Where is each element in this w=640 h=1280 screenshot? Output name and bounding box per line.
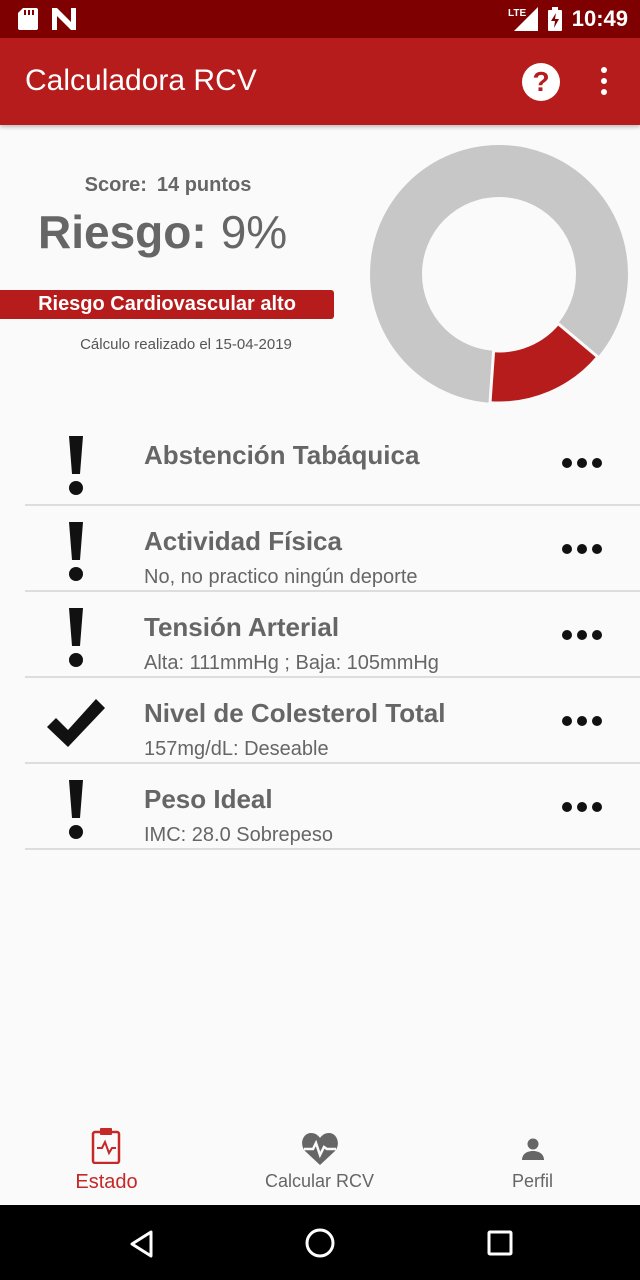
- score-label: Score:: [84, 174, 147, 196]
- checkmark-icon: [40, 688, 112, 758]
- tab-label: Estado: [75, 1171, 138, 1193]
- recents-icon[interactable]: [487, 1230, 513, 1256]
- factor-title: Abstención Tabáquica: [144, 440, 420, 470]
- more-horiz-icon[interactable]: [562, 458, 602, 468]
- calc-date: Cálculo realizado el 15-04-2019: [80, 336, 292, 353]
- list-item-tabaco[interactable]: Abstención Tabáquica: [0, 420, 640, 506]
- factor-subtitle: 157mg/dL: Deseable: [144, 738, 329, 760]
- exclamation-icon: [40, 774, 112, 844]
- factor-subtitle: Alta: 111mmHg ; Baja: 105mmHg: [144, 652, 439, 674]
- bottom-navigation: Estado Calcular RCV Perfil: [0, 1120, 640, 1205]
- notification-n-icon: [52, 8, 76, 30]
- back-icon[interactable]: [128, 1229, 154, 1259]
- battery-charging-icon: [547, 7, 562, 31]
- clipboard-icon: [91, 1128, 121, 1164]
- more-vert-icon[interactable]: [596, 67, 612, 97]
- heart-pulse-icon: [302, 1133, 338, 1165]
- risk-label: Riesgo:: [38, 206, 207, 258]
- person-icon: [522, 1138, 544, 1160]
- system-nav-bar: [0, 1205, 640, 1280]
- tab-label: Perfil: [511, 1171, 553, 1191]
- more-horiz-icon[interactable]: [562, 630, 602, 640]
- app-bar: Calculadora RCV ?: [0, 38, 640, 125]
- status-bar: LTE 10:49: [0, 0, 640, 38]
- more-horiz-icon[interactable]: [562, 544, 602, 554]
- list-item-peso[interactable]: Peso Ideal IMC: 28.0 Sobrepeso: [0, 764, 640, 850]
- exclamation-icon: [40, 602, 112, 672]
- factor-title: Actividad Física: [144, 526, 342, 556]
- factor-subtitle: No, no practico ningún deporte: [144, 566, 418, 588]
- list-item-colesterol[interactable]: Nivel de Colesterol Total 157mg/dL: Dese…: [0, 678, 640, 764]
- factor-title: Nivel de Colesterol Total: [144, 698, 446, 728]
- sd-card-icon: [18, 8, 38, 30]
- more-horiz-icon[interactable]: [562, 716, 602, 726]
- risk-value: 9%: [220, 206, 288, 258]
- tab-perfil[interactable]: Perfil: [426, 1120, 639, 1205]
- score-line: Score: 14 puntos: [0, 174, 336, 197]
- divider: [25, 848, 640, 850]
- factor-title: Peso Ideal: [144, 784, 273, 814]
- more-horiz-icon[interactable]: [562, 802, 602, 812]
- factor-title: Tensión Arterial: [144, 612, 340, 642]
- help-icon[interactable]: ?: [522, 63, 560, 101]
- tab-label: Calcular RCV: [264, 1171, 375, 1191]
- factor-list: Abstención Tabáquica Actividad Física No…: [0, 420, 640, 850]
- clock: 10:49: [571, 6, 628, 31]
- score-value: 14 puntos: [156, 174, 252, 196]
- list-item-tension[interactable]: Tensión Arterial Alta: 111mmHg ; Baja: 1…: [0, 592, 640, 678]
- app-title: Calculadora RCV: [25, 64, 257, 97]
- risk-donut-chart: [370, 145, 628, 403]
- factor-subtitle: IMC: 28.0 Sobrepeso: [144, 824, 333, 846]
- signal-icon: LTE: [508, 7, 538, 31]
- exclamation-icon: [40, 516, 112, 586]
- risk-badge: Riesgo Cardiovascular alto: [0, 290, 334, 319]
- tab-estado[interactable]: Estado: [0, 1120, 213, 1205]
- svg-text:LTE: LTE: [508, 8, 526, 19]
- risk-line: Riesgo: 9%: [38, 205, 287, 259]
- list-item-actividad[interactable]: Actividad Física No, no practico ningún …: [0, 506, 640, 592]
- home-icon[interactable]: [304, 1227, 336, 1259]
- exclamation-icon: [40, 430, 112, 500]
- tab-calcular-rcv[interactable]: Calcular RCV: [213, 1120, 426, 1205]
